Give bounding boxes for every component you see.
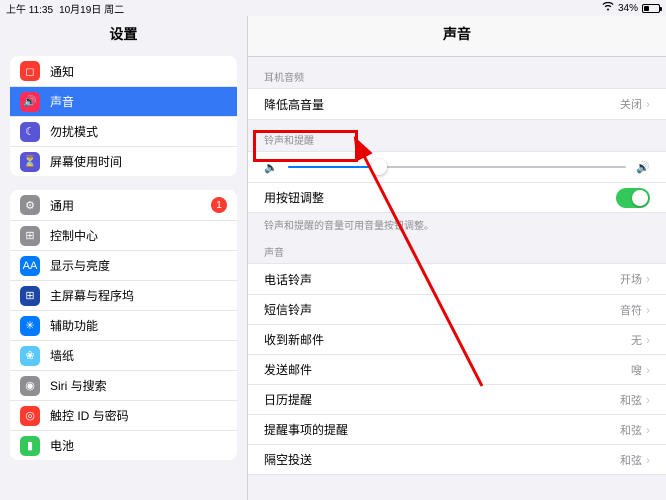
sidebar-item-label: 辅助功能 [50, 317, 227, 334]
battery-icon [642, 4, 660, 13]
sidebar-item-label: Siri 与搜索 [50, 377, 227, 394]
status-date: 10月19日 周二 [59, 1, 124, 16]
chevron-right-icon: › [646, 453, 650, 467]
sidebar-item-label: 显示与亮度 [50, 257, 227, 274]
sidebar-item-通用[interactable]: ⚙ 通用1 [10, 190, 237, 220]
sound-row-ringtone[interactable]: 电话铃声开场 › [248, 264, 666, 294]
section-sounds: 声音 [248, 232, 666, 263]
sounds-icon: 🔊 [20, 92, 40, 112]
sound-row-texttone[interactable]: 短信铃声音符 › [248, 294, 666, 324]
volume-high-icon: 🔊 [636, 161, 650, 174]
sound-row-reminder[interactable]: 提醒事项的提醒和弦 › [248, 414, 666, 444]
chevron-right-icon: › [646, 393, 650, 407]
badge: 1 [211, 197, 227, 213]
sound-label: 电话铃声 [264, 271, 620, 288]
sound-value: 音符 [620, 302, 642, 318]
chevron-right-icon: › [646, 272, 650, 286]
battery-icon: ▮ [20, 436, 40, 456]
wallpaper-icon: ❀ [20, 346, 40, 366]
sidebar-item-label: 控制中心 [50, 227, 227, 244]
change-with-buttons-label: 用按钮调整 [264, 189, 616, 206]
notifications-icon: ◻ [20, 61, 40, 81]
sidebar-item-label: 电池 [50, 437, 227, 454]
sidebar-item-触控 ID 与密码[interactable]: ◎ 触控 ID 与密码 [10, 400, 237, 430]
sound-row-sentmail[interactable]: 发送邮件嗖 › [248, 354, 666, 384]
status-bar: 上午 11:35 10月19日 周二 34% [0, 0, 666, 16]
chevron-right-icon: › [646, 423, 650, 437]
sidebar-item-label: 触控 ID 与密码 [50, 407, 227, 424]
screentime-icon: ⏳ [20, 152, 40, 172]
change-with-buttons-toggle[interactable] [616, 188, 650, 208]
sidebar-item-通知[interactable]: ◻ 通知 [10, 56, 237, 86]
chevron-right-icon: › [646, 303, 650, 317]
sound-row-calendar[interactable]: 日历提醒和弦 › [248, 384, 666, 414]
settings-sidebar: 设置 ◻ 通知 🔊 声音 ☾ 勿扰模式 ⏳ 屏幕使用时间 ⚙ 通用1 ⊞ 控制中心 AA 显示与亮度 ⊞ 主… [0, 16, 248, 500]
sidebar-item-屏幕使用时间[interactable]: ⏳ 屏幕使用时间 [10, 146, 237, 176]
sound-label: 隔空投送 [264, 451, 620, 468]
sidebar-item-label: 通知 [50, 63, 227, 80]
sidebar-item-勿扰模式[interactable]: ☾ 勿扰模式 [10, 116, 237, 146]
general-icon: ⚙ [20, 195, 40, 215]
sidebar-title: 设置 [0, 16, 247, 56]
sidebar-item-显示与亮度[interactable]: AA 显示与亮度 [10, 250, 237, 280]
sounds-detail: 声音 耳机音频 降低高音量 关闭 › 铃声和提醒 🔈 🔊 用按钮调整 [248, 16, 666, 500]
detail-title: 声音 [248, 16, 666, 57]
change-with-buttons-row[interactable]: 用按钮调整 [248, 182, 666, 212]
accessibility-icon: ✳ [20, 316, 40, 336]
sound-row-airdrop[interactable]: 隔空投送和弦 › [248, 444, 666, 474]
wifi-icon [602, 2, 614, 14]
sidebar-item-label: 墙纸 [50, 347, 227, 364]
sound-label: 短信铃声 [264, 301, 620, 318]
sound-value: 和弦 [620, 422, 642, 438]
volume-low-icon: 🔈 [264, 161, 278, 174]
sidebar-item-声音[interactable]: 🔊 声音 [10, 86, 237, 116]
sound-label: 提醒事项的提醒 [264, 421, 620, 438]
status-time: 上午 11:35 [6, 1, 53, 16]
sidebar-item-控制中心[interactable]: ⊞ 控制中心 [10, 220, 237, 250]
control-center-icon: ⊞ [20, 226, 40, 246]
sidebar-item-label: 勿扰模式 [50, 123, 227, 140]
sidebar-group-1: ◻ 通知 🔊 声音 ☾ 勿扰模式 ⏳ 屏幕使用时间 [10, 56, 237, 176]
reduce-loud-row[interactable]: 降低高音量 关闭 › [248, 89, 666, 119]
sounds-list: 电话铃声开场›短信铃声音符›收到新邮件无›发送邮件嗖›日历提醒和弦›提醒事项的提… [248, 263, 666, 475]
sound-label: 收到新邮件 [264, 331, 631, 348]
sidebar-item-主屏幕与程序坞[interactable]: ⊞ 主屏幕与程序坞 [10, 280, 237, 310]
sidebar-item-label: 通用 [50, 197, 211, 214]
battery-pct: 34% [618, 3, 638, 14]
sidebar-item-墙纸[interactable]: ❀ 墙纸 [10, 340, 237, 370]
sound-value: 和弦 [620, 452, 642, 468]
display-icon: AA [20, 256, 40, 276]
chevron-right-icon: › [646, 333, 650, 347]
sidebar-group-2: ⚙ 通用1 ⊞ 控制中心 AA 显示与亮度 ⊞ 主屏幕与程序坞 ✳ 辅助功能 ❀ 墙纸 ◉ Siri 与搜… [10, 190, 237, 460]
reduce-loud-label: 降低高音量 [264, 96, 620, 113]
sound-value: 嗖 [631, 362, 642, 378]
sidebar-item-label: 屏幕使用时间 [50, 153, 227, 170]
sound-value: 开场 [620, 271, 642, 287]
sound-label: 日历提醒 [264, 391, 620, 408]
footer-buttons: 铃声和提醒的音量可用音量按钮调整。 [248, 213, 666, 232]
section-headphones: 耳机音频 [248, 57, 666, 88]
chevron-right-icon: › [646, 97, 650, 111]
sidebar-item-label: 声音 [50, 93, 227, 110]
homescreen-icon: ⊞ [20, 286, 40, 306]
sidebar-item-label: 主屏幕与程序坞 [50, 287, 227, 304]
sidebar-item-电池[interactable]: ▮ 电池 [10, 430, 237, 460]
section-ringer: 铃声和提醒 [248, 120, 666, 151]
touchid-icon: ◎ [20, 406, 40, 426]
sound-label: 发送邮件 [264, 361, 631, 378]
sidebar-item-辅助功能[interactable]: ✳ 辅助功能 [10, 310, 237, 340]
siri-icon: ◉ [20, 376, 40, 396]
sound-value: 无 [631, 332, 642, 348]
slider-fill [288, 166, 379, 168]
reduce-loud-value: 关闭 [620, 96, 642, 112]
sidebar-item-Siri 与搜索[interactable]: ◉ Siri 与搜索 [10, 370, 237, 400]
sound-row-newmail[interactable]: 收到新邮件无 › [248, 324, 666, 354]
chevron-right-icon: › [646, 363, 650, 377]
dnd-icon: ☾ [20, 122, 40, 142]
sound-value: 和弦 [620, 392, 642, 408]
slider-thumb[interactable] [371, 159, 387, 175]
ringer-volume-slider[interactable]: 🔈 🔊 [248, 152, 666, 182]
